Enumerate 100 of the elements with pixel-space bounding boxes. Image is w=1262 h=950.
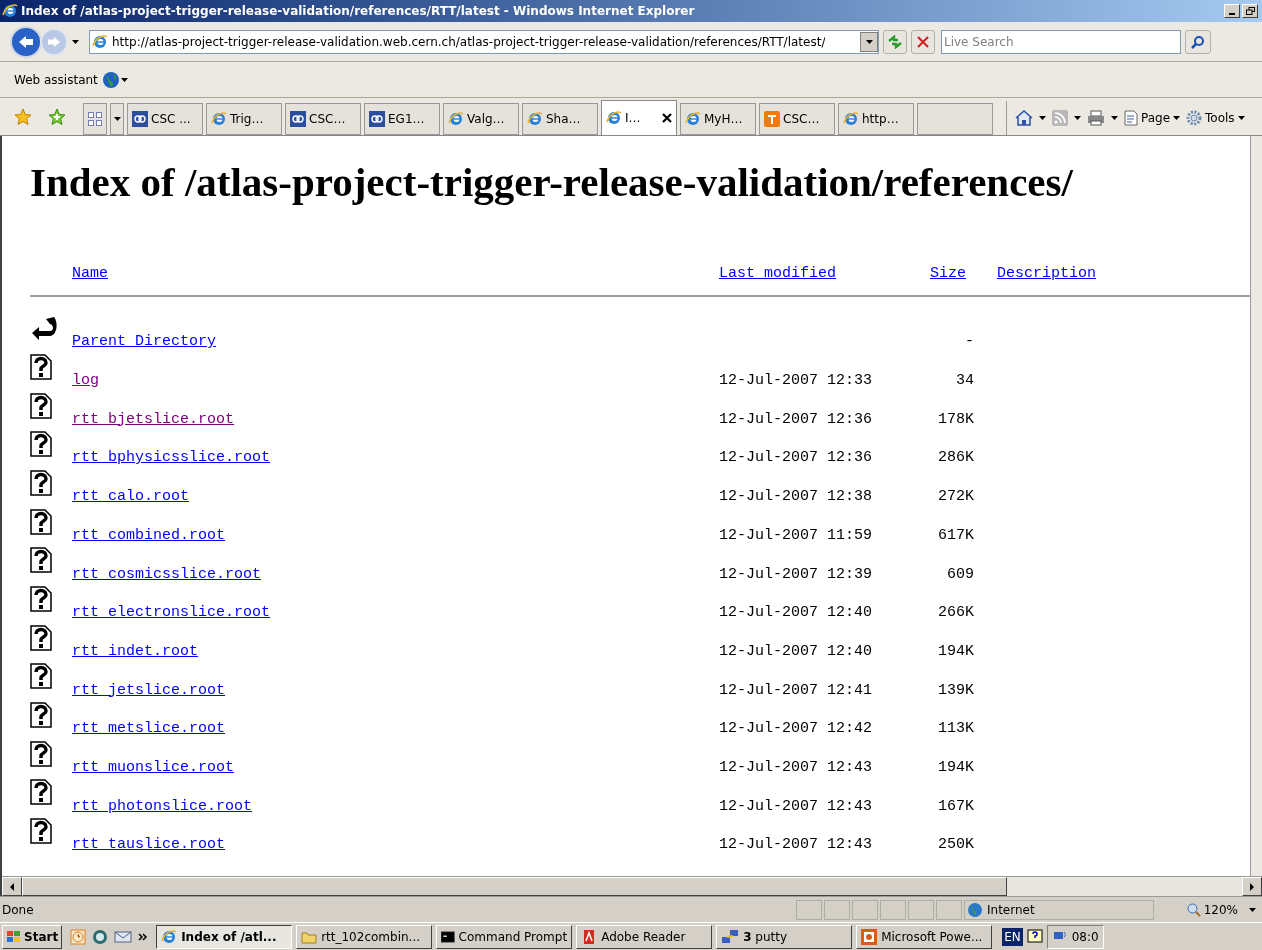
back-button[interactable]: [10, 25, 42, 58]
modified-date: 12-Jul-2007 12:40: [719, 642, 873, 660]
spiral-icon: [369, 111, 385, 127]
spiral-icon: [132, 111, 148, 127]
file-size: 139K: [938, 681, 974, 699]
file-link[interactable]: rtt_photonslice.root: [72, 797, 253, 815]
file-link[interactable]: rtt_metslice.root: [72, 720, 226, 738]
file-link[interactable]: Parent Directory: [72, 333, 217, 351]
browser-tab[interactable]: I…: [601, 100, 677, 135]
browser-tab[interactable]: CSC…: [759, 103, 835, 135]
clock-text: 08:0: [1071, 928, 1099, 946]
column-header-link[interactable]: Last modified: [719, 262, 930, 286]
command-menu-button[interactable]: Page: [1124, 109, 1181, 127]
restore-button[interactable]: [1242, 4, 1258, 18]
scroll-thumb[interactable]: [22, 877, 1007, 896]
language-indicator[interactable]: EN: [1002, 927, 1023, 946]
search-field[interactable]: Live Search: [941, 29, 1181, 54]
column-header-link[interactable]: Size: [930, 262, 997, 286]
file-link[interactable]: rtt_muonslice.root: [72, 758, 235, 776]
taskbar-button[interactable]: Adobe Reader: [576, 924, 713, 949]
browser-tab[interactable]: CSC ...: [127, 103, 203, 135]
computers-icon: [721, 928, 740, 945]
file-link[interactable]: rtt_calo.root: [72, 488, 190, 506]
star-icon[interactable]: [14, 108, 32, 126]
status-pane: [852, 899, 878, 920]
browser-tab[interactable]: Trig…: [206, 103, 282, 135]
taskbar-button[interactable]: rtt_102combin...: [296, 924, 433, 949]
taskbar-button[interactable]: 3 putty: [716, 924, 853, 949]
column-header-link[interactable]: Description: [997, 262, 1097, 286]
caret-icon: [1249, 907, 1256, 912]
command-menu-button[interactable]: Tools: [1186, 109, 1245, 127]
help-icon[interactable]: [1026, 928, 1043, 945]
file-link[interactable]: rtt_jetslice.root: [72, 681, 226, 699]
modified-date: 12-Jul-2007 12:40: [719, 604, 873, 622]
browser-icon: [527, 111, 543, 127]
refresh-icon: [887, 34, 903, 49]
stop-button[interactable]: [911, 29, 935, 54]
browser-tab[interactable]: CSC…: [285, 103, 361, 135]
envelope-icon[interactable]: [114, 929, 133, 944]
file-size: 266K: [938, 604, 974, 622]
refresh-button[interactable]: [883, 29, 907, 54]
browser-icon: [211, 111, 227, 127]
file-size: 250K: [938, 836, 974, 854]
unknown-file-icon: [30, 779, 52, 806]
modified-date: 12-Jul-2007 12:42: [719, 720, 873, 738]
file-link[interactable]: log: [72, 372, 99, 390]
printer-icon[interactable]: [1087, 110, 1105, 126]
page-heading: Index of /atlas-project-trigger-release-validation/references/: [30, 158, 1074, 207]
unknown-file-icon: [30, 392, 52, 419]
scroll-right-button[interactable]: [1242, 877, 1262, 896]
browser-icon: [161, 928, 178, 945]
dropdown-button[interactable]: [860, 31, 878, 52]
caret-icon: [865, 39, 873, 44]
browser-tab[interactable]: Valg…: [443, 103, 519, 135]
unknown-file-icon: [30, 431, 52, 458]
browser-tab[interactable]: MyH…: [680, 103, 756, 135]
file-link[interactable]: rtt_bphysicsslice.root: [72, 449, 271, 467]
browser-tab[interactable]: Sha…: [522, 103, 598, 135]
vertical-scrollbar[interactable]: [1250, 136, 1262, 876]
file-link[interactable]: rtt_bjetslice.root: [72, 410, 235, 428]
zoom-button[interactable]: 120%: [1186, 900, 1260, 919]
round-app-icon[interactable]: [92, 928, 109, 945]
file-link[interactable]: rtt_electronslice.root: [72, 604, 271, 622]
file-link[interactable]: rtt_combined.root: [72, 526, 226, 544]
minimize-button[interactable]: [1224, 4, 1240, 18]
minimize-icon: [1229, 13, 1235, 15]
modified-date: 12-Jul-2007 12:36: [719, 410, 873, 428]
start-button[interactable]: Start: [2, 924, 63, 949]
browser-tab[interactable]: EG1…: [364, 103, 440, 135]
search-button[interactable]: [1185, 29, 1211, 54]
tab-grid-button[interactable]: [83, 103, 107, 135]
file-link[interactable]: rtt_cosmicsslice.root: [72, 565, 262, 583]
console-icon: [441, 929, 455, 944]
taskbar-button[interactable]: Microsoft Powe...: [856, 924, 993, 949]
file-size: 194K: [938, 758, 974, 776]
unknown-file-icon: [30, 508, 52, 535]
column-header-link[interactable]: Name: [72, 262, 719, 286]
file-size: 286K: [938, 449, 974, 467]
globe-menu-button[interactable]: [101, 70, 128, 89]
close-icon[interactable]: [662, 113, 672, 123]
browser-icon: [606, 110, 622, 126]
modified-date: 12-Jul-2007 12:33: [719, 372, 873, 390]
restore-icon: [1245, 7, 1255, 15]
unknown-file-icon: [30, 586, 52, 612]
file-link[interactable]: rtt_indet.root: [72, 642, 199, 660]
tab-list-button[interactable]: [110, 103, 124, 135]
caret-icon: [120, 77, 128, 82]
add-star-icon[interactable]: [48, 108, 66, 126]
taskbar-button[interactable]: Index of /atl...: [156, 924, 293, 949]
scroll-left-button[interactable]: [2, 877, 22, 896]
horizontal-scrollbar[interactable]: [2, 876, 1262, 896]
letter-tile-icon: [764, 111, 780, 127]
taskbar-button[interactable]: Command Prompt: [436, 924, 573, 949]
file-link[interactable]: rtt_tauslice.root: [72, 836, 226, 854]
chevron-icon[interactable]: [138, 932, 149, 941]
home-icon[interactable]: [1015, 109, 1033, 127]
modified-date: 12-Jul-2007 12:38: [719, 488, 873, 506]
browser-tab[interactable]: http…: [838, 103, 914, 135]
unknown-file-icon: [30, 469, 52, 496]
address-field[interactable]: http://atlas-project-trigger-release-validation.web.cern.ch/atlas-project-trigger-release-validation/references/RTT/latest/: [89, 29, 879, 54]
